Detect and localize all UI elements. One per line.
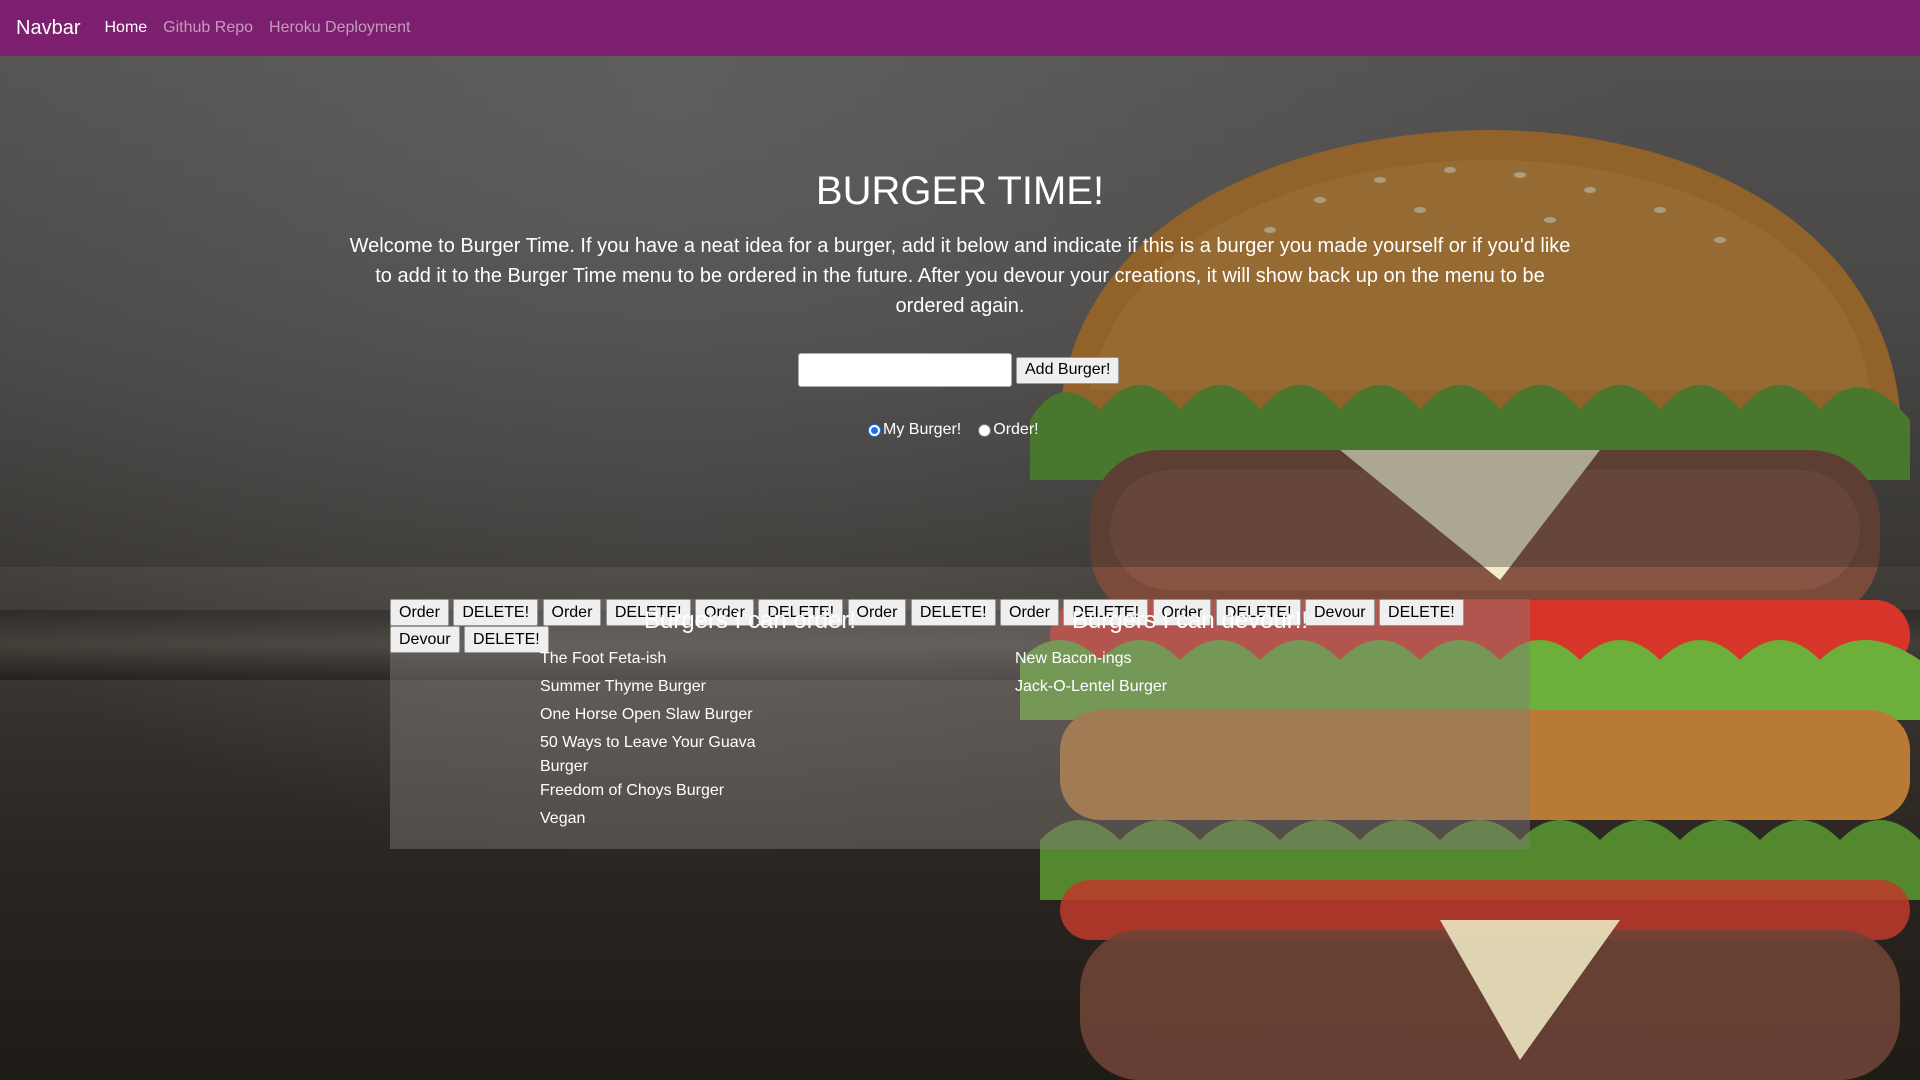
devour-list-title: Burgers I can devour!! [1071, 607, 1309, 634]
delete-button[interactable]: DELETE! [1379, 599, 1464, 626]
burger-name: Freedom of Choys Burger [540, 782, 725, 799]
devour-list-item: Jack-O-Lentel Burger [1015, 675, 1250, 699]
burger-name: Jack-O-Lentel Burger [1015, 678, 1168, 695]
order-list-item: Summer Thyme Burger [540, 675, 775, 699]
my-burger-radio-label[interactable]: My Burger! [883, 421, 961, 439]
page-title: BURGER TIME! [815, 169, 1105, 213]
order-button[interactable]: Order [390, 599, 449, 626]
burger-name: One Horse Open Slaw Burger [540, 706, 753, 723]
jumbotron: BURGER TIME! Welcome to Burger Time. If … [0, 56, 1920, 567]
order-list-title: Burgers I can order! [643, 607, 857, 634]
devour-button[interactable]: Devour [390, 626, 460, 653]
add-burger-form: Add Burger! [798, 353, 1120, 387]
burger-name: Vegan [540, 810, 586, 827]
burger-name: The Foot Feta-ish [540, 650, 667, 667]
order-list-item: Vegan [540, 807, 775, 831]
intro-text: Welcome to Burger Time. If you have a ne… [349, 235, 1571, 317]
order-radio[interactable] [978, 423, 992, 437]
burger-name: Summer Thyme Burger [540, 678, 706, 695]
order-list-item: The Foot Feta-ish [540, 647, 775, 671]
add-burger-button[interactable]: Add Burger! [1016, 356, 1120, 384]
delete-button[interactable]: DELETE! [464, 626, 549, 653]
order-list-item: 50 Ways to Leave Your Guava Burger [540, 731, 775, 779]
my-burger-radio[interactable] [868, 423, 881, 437]
nav-link-home[interactable]: Home [104, 19, 147, 37]
burger-name: 50 Ways to Leave Your Guava Burger [540, 734, 756, 775]
burger-type-radio-group: My Burger! Order! [868, 421, 1039, 439]
order-list-item: One Horse Open Slaw Burger [540, 703, 775, 727]
order-radio-label[interactable]: Order! [993, 421, 1038, 439]
order-list-item: Freedom of Choys Burger [540, 779, 775, 803]
nav-link-heroku-deployment[interactable]: Heroku Deployment [269, 19, 410, 37]
burger-name-input[interactable] [798, 353, 1012, 387]
burger-name: New Bacon-ings [1015, 650, 1132, 667]
burger-lists-panel: Burgers I can order! The Foot Feta-ish O… [390, 599, 1530, 849]
devour-list-item: New Bacon-ings [1015, 647, 1250, 671]
delete-button[interactable]: DELETE! [453, 599, 539, 626]
nav-link-github-repo[interactable]: Github Repo [163, 19, 253, 37]
navbar: Navbar Home Github Repo Heroku Deploymen… [0, 0, 1920, 56]
navbar-brand[interactable]: Navbar [16, 17, 80, 40]
